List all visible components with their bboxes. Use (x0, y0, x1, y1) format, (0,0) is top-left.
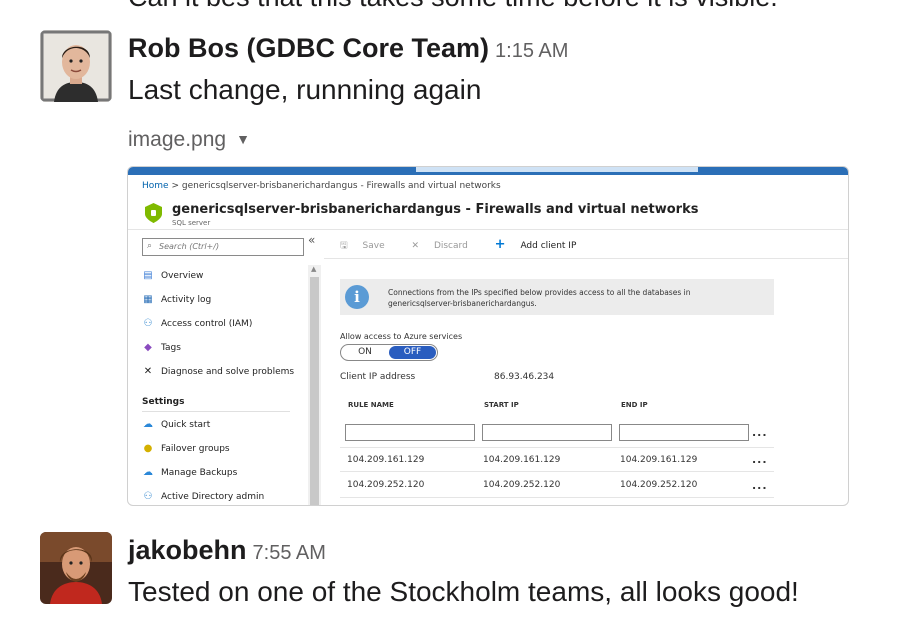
search-placeholder: Search (Ctrl+/) (159, 242, 220, 251)
column-header-rule-name: RULE NAME (348, 401, 394, 409)
backup-icon: ☁ (143, 467, 153, 478)
avatar-rob-image (40, 30, 112, 102)
allow-azure-label: Allow access to Azure services (340, 332, 463, 341)
more-icon: ... (752, 426, 768, 439)
wrench-icon: ✕ (143, 366, 153, 377)
toggle-on: ON (358, 347, 372, 357)
table-cell: 104.209.161.129 (620, 455, 698, 465)
command-bar: 🖫 Save ✕ Discard + Add client IP (340, 237, 600, 254)
menu-search-input: ⌕ Search (Ctrl+/) (142, 238, 304, 256)
column-header-start-ip: START IP (484, 401, 519, 409)
more-icon: ... (752, 453, 768, 466)
avatar-jakobehn-image (40, 532, 112, 604)
nav-item-diagnose: ✕ Diagnose and solve problems (143, 366, 295, 377)
globe-icon: ● (143, 443, 153, 454)
tag-icon: ◆ (144, 342, 152, 353)
start-ip-input (482, 424, 612, 441)
message-timestamp[interactable]: 1:15 AM (495, 40, 568, 62)
save-icon: 🖫 (340, 241, 348, 251)
search-icon: ⌕ (147, 241, 153, 251)
blade-subtitle: SQL server (172, 219, 211, 227)
message-text: Last change, runnning again (128, 74, 482, 105)
table-cell: 104.209.252.120 (620, 480, 698, 490)
nav-item-failover-groups: ● Failover groups (143, 443, 230, 454)
toggle-off: OFF (389, 346, 436, 359)
sender-name-text[interactable]: Rob Bos (GDBC Core Team) (128, 33, 489, 63)
discard-icon: ✕ (411, 241, 420, 251)
plus-icon: + (494, 237, 506, 252)
nav-item-quick-start: ☁ Quick start (143, 419, 211, 430)
client-ip-label: Client IP address (340, 372, 416, 382)
info-text-line-2: genericsqlserver-brisbanerichardangus. (388, 299, 537, 308)
breadcrumb: Home > genericsqlserver-brisbanericharda… (142, 181, 501, 191)
info-icon: i (345, 285, 369, 309)
nav-item-manage-backups: ☁ Manage Backups (143, 467, 238, 478)
image-attachment[interactable]: Home > genericsqlserver-brisbanericharda… (127, 166, 849, 506)
discard-command: ✕ Discard (411, 241, 468, 251)
table-cell: 104.209.161.129 (347, 455, 425, 465)
previous-message-text: Can it bes that this takes some time bef… (128, 0, 778, 13)
nav-item-ad-admin: ⚇ Active Directory admin (143, 491, 265, 502)
nav-item-activity-log: ▦ Activity log (143, 294, 212, 305)
table-cell: 104.209.252.120 (347, 480, 425, 490)
cloud-icon: ☁ (143, 419, 153, 430)
file-name[interactable]: image.png (128, 128, 226, 151)
sender-name[interactable]: Rob Bos (GDBC Core Team) 1:15 AM (128, 33, 568, 64)
portal-top-bar (128, 167, 848, 175)
client-ip-value: 86.93.46.234 (494, 372, 555, 382)
avatar[interactable] (40, 30, 112, 102)
message-timestamp[interactable]: 7:55 AM (253, 542, 326, 564)
collapse-menu-icon: « (308, 233, 316, 247)
sender-name[interactable]: jakobehn 7:55 AM (128, 535, 326, 566)
people-icon: ⚇ (143, 491, 153, 502)
scroll-up-icon: ▲ (311, 265, 317, 273)
settings-heading: Settings (142, 397, 185, 407)
message-text: Tested on one of the Stockholm teams, al… (128, 576, 799, 607)
info-text-line-1: Connections from the IPs specified below… (388, 288, 691, 297)
allow-azure-toggle: ON OFF (340, 344, 438, 361)
table-cell: 104.209.252.120 (483, 480, 561, 490)
avatar[interactable] (40, 532, 112, 604)
save-command: 🖫 Save (340, 241, 385, 251)
table-cell: 104.209.161.129 (483, 455, 561, 465)
add-client-ip-command: + Add client IP (494, 237, 577, 252)
end-ip-input (619, 424, 749, 441)
blade-title: genericsqlserver-brisbanerichardangus - … (172, 202, 699, 217)
sender-name-text[interactable]: jakobehn (128, 535, 247, 565)
column-header-end-ip: END IP (621, 401, 648, 409)
breadcrumb-current: genericsqlserver-brisbanerichardangus - … (181, 181, 501, 191)
nav-item-access-control: ⚇ Access control (IAM) (143, 318, 253, 329)
overview-icon: ▤ (143, 270, 153, 281)
activity-log-icon: ▦ (143, 294, 153, 305)
people-icon: ⚇ (143, 318, 153, 329)
sql-server-icon (145, 203, 162, 223)
more-icon: ... (752, 479, 768, 492)
rule-name-input (345, 424, 475, 441)
menu-scrollbar: ▲ (308, 265, 321, 505)
breadcrumb-home: Home (142, 181, 169, 191)
nav-item-tags: ◆ Tags (142, 342, 181, 353)
caret-down-icon[interactable]: ▼ (236, 131, 250, 147)
info-banner: i Connections from the IPs specified bel… (340, 279, 774, 315)
file-name-toggle[interactable]: image.png ▼ (128, 128, 250, 152)
nav-item-overview: ▤ Overview (143, 270, 204, 281)
